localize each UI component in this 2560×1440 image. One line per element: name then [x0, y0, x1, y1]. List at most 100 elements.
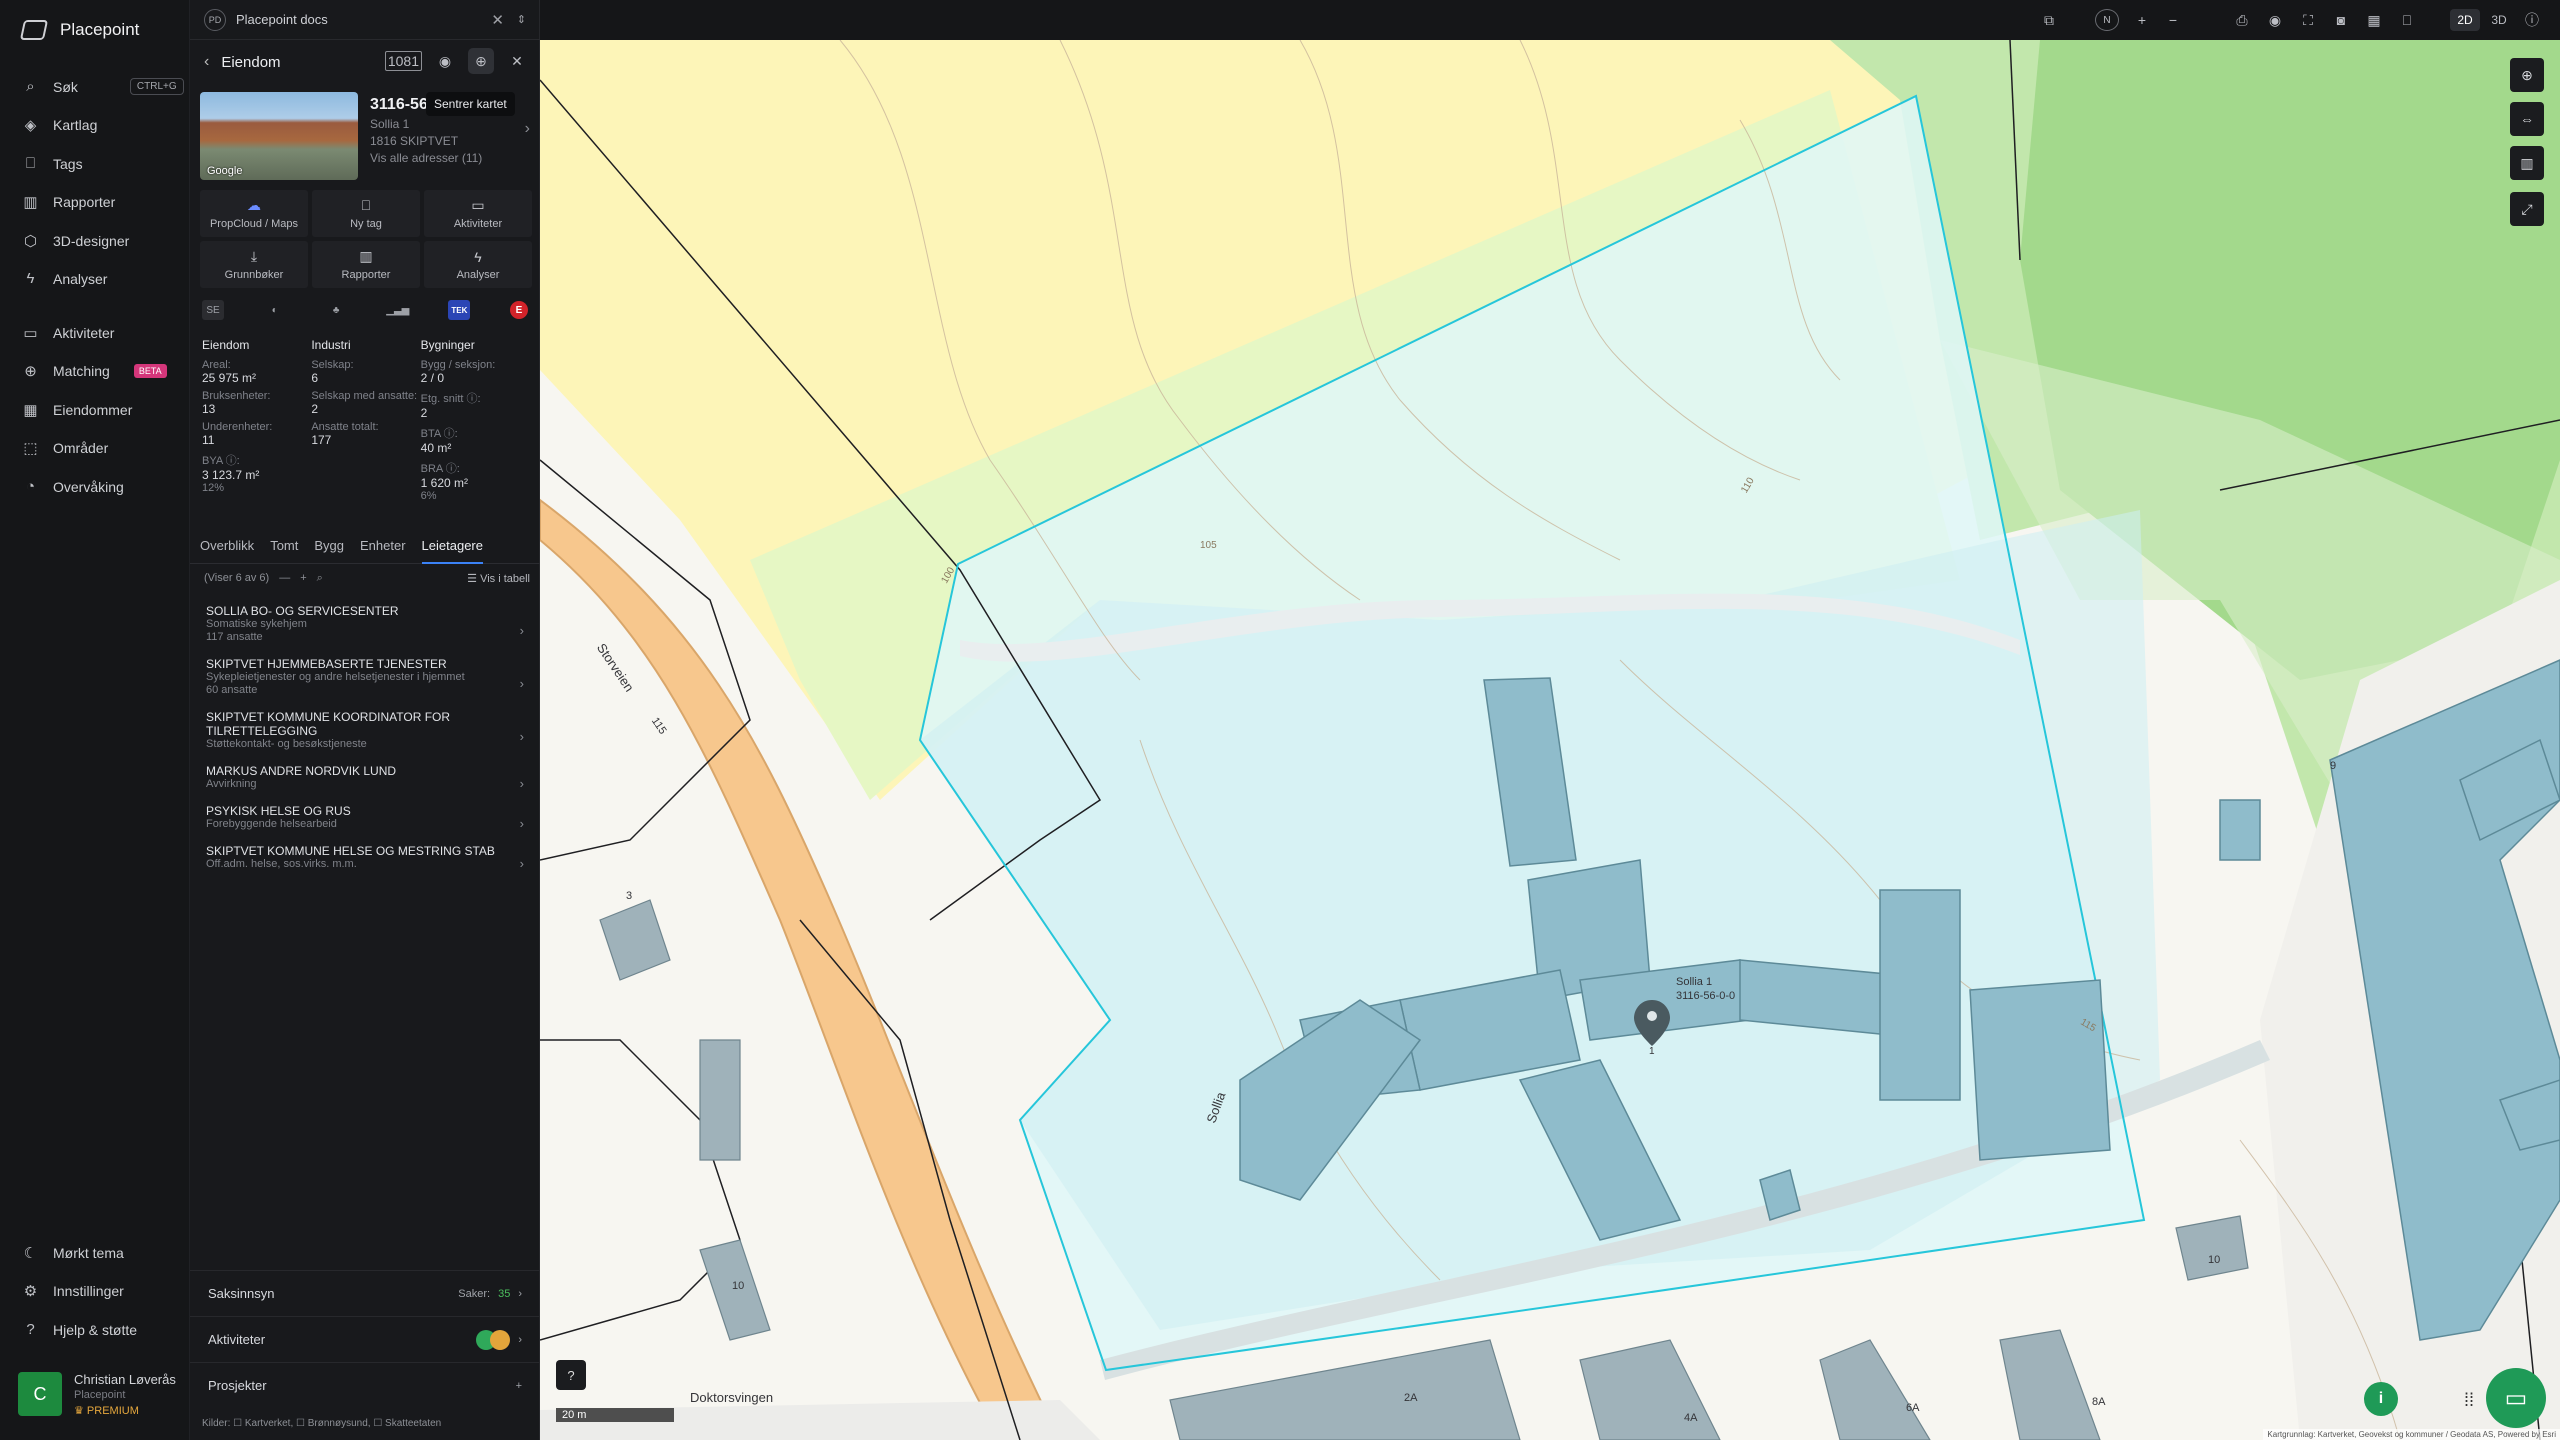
grid-icon[interactable]: ▦ [2362, 9, 2386, 31]
tab-tomt[interactable]: Tomt [270, 530, 298, 564]
se-source-icon[interactable]: SE [202, 300, 224, 320]
building-house[interactable] [699, 1039, 741, 1161]
layer-tool-button[interactable]: ⊕ [2510, 58, 2544, 92]
analyses-button[interactable]: ϟ Analyser [424, 241, 532, 288]
signal-bars-icon[interactable]: ▁▃▅ [386, 300, 409, 320]
nav-item-tags[interactable]: ⎕ Tags [22, 155, 83, 172]
nav-item-analyser[interactable]: ϟ Analyser [22, 270, 108, 287]
building-house[interactable] [2175, 1215, 2249, 1281]
chevron-right-icon[interactable]: › [525, 120, 530, 138]
nav-item-aktiviteter[interactable]: ▭ Aktiviteter [22, 324, 114, 342]
print-icon[interactable]: ⎙ [2230, 9, 2254, 31]
eye-icon[interactable]: ◉ [432, 48, 458, 74]
table-view-toggle[interactable]: ☰ Vis i tabell [467, 572, 530, 585]
compass-icon[interactable]: N [2095, 9, 2119, 31]
nav-item-omrader[interactable]: ⬚ Områder [22, 439, 108, 457]
info-icon[interactable]: ⓘ [2520, 9, 2544, 31]
list-item[interactable]: SKIPTVET KOMMUNE KOORDINATOR FOR TILRETT… [190, 702, 540, 756]
nav-item-rapporter[interactable]: ▥ Rapporter [22, 193, 115, 211]
list-item[interactable]: SOLLIA BO- OG SERVICESENTER Somatiske sy… [190, 596, 540, 649]
building-east-wing[interactable] [1879, 889, 1961, 1101]
camera-icon[interactable]: ◙ [2329, 9, 2353, 31]
stats-heading: Bygninger [420, 338, 475, 352]
search-icon[interactable]: ⌕ [317, 572, 323, 585]
plus-icon[interactable]: + [516, 1380, 522, 1392]
building-east-block[interactable] [1969, 979, 2111, 1161]
brand[interactable]: Placepoint [19, 20, 139, 40]
tab-bygg[interactable]: Bygg [314, 530, 344, 564]
map-help-button[interactable]: ? [556, 1360, 586, 1390]
new-tag-button[interactable]: ⎕ Ny tag [312, 190, 420, 237]
section-saksinnsyn[interactable]: Saksinnsyn Saker: 35 › [190, 1270, 540, 1316]
building-block[interactable] [1819, 1339, 1931, 1440]
activities-button[interactable]: ▭ Aktiviteter [424, 190, 532, 237]
info-button[interactable]: i [2364, 1382, 2398, 1416]
nav-item-sok[interactable]: ⌕ Søk CTRL+G [22, 78, 184, 95]
close-icon[interactable]: ✕ [491, 11, 504, 29]
nav-item-matching[interactable]: ⊕ Matching BETA [22, 362, 167, 380]
energy-label-icon[interactable]: E [509, 301, 528, 319]
section-aktiviteter[interactable]: Aktiviteter › [190, 1316, 540, 1362]
list-item[interactable]: SKIPTVET HJEMMEBASERTE TJENESTER Sykeple… [190, 649, 540, 702]
list-item[interactable]: PSYKISK HELSE OG RUS Forebyggende helsea… [190, 796, 540, 836]
tab-leietagere[interactable]: Leietagere [421, 530, 483, 564]
section-prosjekter[interactable]: Prosjekter + [190, 1362, 540, 1408]
back-icon[interactable]: ‹ [204, 53, 209, 71]
bookmark-icon[interactable]: ⎕ [2395, 9, 2419, 31]
chat-button[interactable]: ▭ [2486, 1368, 2546, 1428]
minus-icon[interactable]: — [279, 572, 290, 584]
nav-item-eiendommer[interactable]: ▦ Eiendommer [22, 401, 132, 419]
building-block[interactable] [1999, 1329, 2101, 1440]
doc-tab[interactable]: PD Placepoint docs ✕ ⇕ [190, 0, 540, 40]
tab-overblikk[interactable]: Overblikk [200, 530, 254, 564]
tek-source-icon[interactable]: TEK [448, 300, 471, 320]
zoom-in-icon[interactable]: + [2130, 9, 2154, 31]
list-item[interactable]: SKIPTVET KOMMUNE HELSE OG MESTRING STAB … [190, 836, 540, 876]
fullscreen-icon[interactable]: ⛶ [2296, 9, 2320, 31]
mode-2d-button[interactable]: 2D [2450, 9, 2480, 31]
layers-stack-icon[interactable]: ⧉ [2037, 9, 2061, 31]
chart-tool-button[interactable]: ▥ [2510, 146, 2544, 180]
nav-item-overvaking[interactable]: ◔ Overvåking [22, 478, 124, 495]
tab-enheter[interactable]: Enheter [360, 530, 406, 564]
land-registry-button[interactable]: ⤓ Grunnbøker [200, 241, 308, 288]
chevron-right-icon: › [519, 816, 524, 831]
plus-icon[interactable]: + [300, 572, 306, 584]
measure-tool-button[interactable]: ⇔ [2510, 102, 2544, 136]
reports-button[interactable]: ▥ Rapporter [312, 241, 420, 288]
tenant-industry: Forebyggende helsearbeid [206, 818, 337, 830]
nav-item-help[interactable]: ? Hjelp & støtte [22, 1321, 137, 1338]
list-item[interactable]: MARKUS ANDRE NORDVIK LUND Avvirkning › [190, 756, 540, 796]
building-house[interactable] [599, 899, 671, 981]
propcloud-button[interactable]: ☁ PropCloud / Maps [200, 190, 308, 237]
eye-icon[interactable]: ◉ [2263, 9, 2287, 31]
mode-3d-button[interactable]: 3D [2484, 9, 2514, 31]
chevron-updown-icon[interactable]: ⇕ [517, 13, 526, 26]
zoom-out-icon[interactable]: − [2161, 9, 2185, 31]
map-canvas[interactable]: Storveien Sollia Doktorsvingen 115 Solli… [540, 40, 2560, 1440]
center-map-icon[interactable]: ⊕ [468, 48, 494, 74]
farm-icon[interactable]: ♣ [325, 300, 347, 320]
all-addresses-link[interactable]: Vis alle adresser (11) [370, 151, 530, 165]
tenant-list-toolbar: (Viser 6 av 6) — + ⌕ ☰ Vis i tabell [204, 568, 530, 588]
nav-item-settings[interactable]: ⚙ Innstillinger [22, 1282, 124, 1300]
tenant-name: SKIPTVET KOMMUNE HELSE OG MESTRING STAB [206, 844, 495, 858]
building-block[interactable] [1579, 1339, 1721, 1440]
elevation-tool-button[interactable]: ⤢ [2510, 192, 2544, 226]
count-badge[interactable]: 1081 [384, 51, 422, 71]
building-small[interactable] [2219, 799, 2261, 861]
nav-item-kartlag[interactable]: ◈ Kartlag [22, 116, 98, 134]
stat-value: 2 [311, 402, 319, 416]
nav-item-dark-theme[interactable]: ☾ Mørkt tema [22, 1244, 124, 1262]
section-label: Aktiviteter [208, 1332, 266, 1347]
apps-grid-icon[interactable]: ⁞⁞ [2464, 1390, 2474, 1411]
elevation-icon: ⤢ [2521, 200, 2533, 217]
action-label: Grunnbøker [224, 269, 284, 281]
nav-label: Overvåking [53, 478, 124, 495]
globe-icon[interactable]: ◐ [264, 300, 286, 320]
nav-item-3d-designer[interactable]: ⬡ 3D-designer [22, 232, 129, 250]
close-icon[interactable]: ✕ [504, 48, 530, 74]
user-card[interactable]: C Christian Løverås Placepoint ♛ PREMIUM [18, 1372, 176, 1417]
property-photo[interactable]: Google [200, 92, 358, 180]
building-block[interactable] [1169, 1339, 1521, 1440]
